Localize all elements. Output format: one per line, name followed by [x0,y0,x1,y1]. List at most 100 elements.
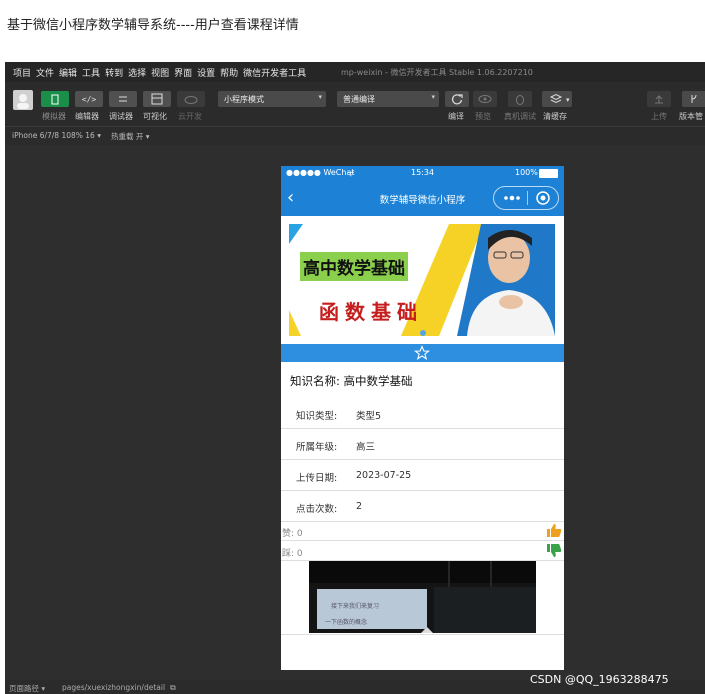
project-name: mp-weixin [341,68,383,77]
simulator-label: 模拟器 [42,112,66,121]
thumbs-up-icon[interactable] [546,523,562,538]
compile-select-value: 普通编译 [343,95,375,104]
version-button[interactable] [682,91,705,107]
visual-label: 可视化 [143,112,167,121]
debugger-label: 调试器 [109,112,133,121]
thumbs-down-icon[interactable] [546,543,562,558]
watermark: CSDN @QQ_1963288475 [530,673,669,686]
upload-label: 上传 [651,112,667,121]
page-title: 基于微信小程序数学辅导系统----用户查看课程详情 [7,18,299,33]
compile-select[interactable]: 普通编译 ▾ [337,91,439,107]
info-label: 知识类型: [296,411,338,422]
cloud-label: 云开发 [178,112,202,121]
info-label: 点击次数: [296,504,338,515]
avatar[interactable] [13,90,33,110]
info-row-clicks: 点击次数: 2 [281,490,564,522]
carrier: ●●●●● WeChat [286,168,355,177]
editor-label: 编辑器 [75,112,99,121]
video-slide-line1: 接下来我们来复习 [331,603,380,610]
toolbar: </> 模拟器 编辑器 调试器 可视化 云开发 小程序模式 ▾ 普通编译 ▾ ▾… [5,82,705,126]
content-divider [281,634,564,635]
nav-bar: ‹ 数学辅导微信小程序 [281,180,564,216]
course-video[interactable]: 接下来我们来复习 一下函数的概念 [309,561,536,633]
simulator-bar: iPhone 6/7/8 108% 16 ▾ 热重载 开 ▾ [5,126,705,145]
dislike-row: 踩: 0 [281,541,564,561]
editor-button[interactable]: </> [75,91,103,107]
info-row-date: 上传日期: 2023-07-25 [281,459,564,491]
info-value: 2 [356,501,363,512]
svg-text:</>: </> [82,95,97,104]
menu-item-project[interactable]: 项目 [13,69,31,79]
menu-item-select[interactable]: 选择 [128,69,146,79]
bug-icon [516,95,524,105]
copy-icon[interactable]: ⧉ [170,683,176,693]
version-text: - 微信开发者工具 Stable 1.06.2207210 [385,68,533,77]
favorite-bar [281,344,564,362]
upload-icon [655,95,663,104]
battery-icon [539,169,558,178]
preview-button[interactable] [473,91,497,107]
simulator-button[interactable] [41,91,69,107]
page-path-label[interactable]: 页面路径 ▾ [9,683,45,694]
menu-item-goto[interactable]: 转到 [105,69,123,79]
compile-button[interactable] [445,91,469,107]
banner-subtitle: 函数基础 [319,300,423,324]
chevron-down-icon: ▾ [318,93,322,101]
menu-item-interface[interactable]: 界面 [174,69,192,79]
carousel-indicator[interactable] [420,330,426,336]
devtools-window: 项目 文件 编辑 工具 转到 选择 视图 界面 设置 帮助 微信开发者工具 mp-weixin - … [5,62,705,694]
info-value: 类型5 [356,411,382,422]
capsule-divider [527,191,528,205]
more-icon[interactable] [498,187,526,209]
window-title: mp-weixin - 微信开发者工具 Stable 1.06.2207210 [341,67,533,78]
info-row-type: 知识类型: 类型5 [281,397,564,429]
upload-button[interactable] [647,91,671,107]
svg-text:▾: ▾ [566,96,570,104]
chevron-down-icon: ▾ [431,93,435,101]
wifi-icon: ᯤ [347,169,355,178]
remote-debug-label: 真机调试 [504,112,536,121]
info-value: 高三 [356,442,376,453]
course-banner[interactable]: 高中数学基础 函数基础 [289,224,555,336]
banner-title: 高中数学基础 [300,252,408,281]
info-label: 上传日期: [296,473,338,484]
refresh-icon [451,94,463,105]
menu-items: 项目 文件 编辑 工具 转到 选择 视图 界面 设置 帮助 微信开发者工具 [13,66,311,79]
device-select[interactable]: iPhone 6/7/8 108% 16 ▾ [12,131,101,140]
mode-select-value: 小程序模式 [224,95,264,104]
menu-item-file[interactable]: 文件 [36,69,54,79]
battery-percent: 100% [515,168,538,177]
info-label: 所属年级: [296,442,338,453]
mode-select[interactable]: 小程序模式 ▾ [218,91,326,107]
preview-label: 预览 [475,112,491,121]
knowledge-name-label: 知识名称: [290,374,340,388]
clear-cache-label: 清缓存 [543,112,567,121]
menu-item-edit[interactable]: 编辑 [59,69,77,79]
like-count: 赞: 0 [282,529,303,539]
phone-simulator: ●●●●● WeChat ᯤ 15:34 100% ‹ 数学辅导微信小程序 高中… [281,166,564,670]
like-row: 赞: 0 [281,521,564,541]
menu-item-view[interactable]: 视图 [151,69,169,79]
visual-button[interactable] [143,91,171,107]
hotreload-toggle[interactable]: 热重载 开 ▾ [111,131,150,142]
menu-item-settings[interactable]: 设置 [197,69,215,79]
debugger-button[interactable] [109,91,137,107]
clear-cache-button[interactable]: ▾ [542,91,572,107]
info-row-grade: 所属年级: 高三 [281,428,564,460]
cloud-button[interactable] [177,91,205,107]
remote-debug-button[interactable] [508,91,532,107]
branch-icon [691,94,697,103]
video-slide-line2: 一下函数的概念 [325,619,368,626]
video-slide: 接下来我们来复习 一下函数的概念 [317,589,427,629]
page-path: pages/xuexizhongxin/detail [62,683,166,692]
star-icon[interactable] [414,345,430,361]
dislike-count: 踩: 0 [282,549,303,559]
clock: 15:34 [411,168,435,177]
info-value: 2023-07-25 [356,470,412,481]
phone-status-bar: ●●●●● WeChat ᯤ 15:34 100% [281,166,564,180]
layers-icon: ▾ [549,93,570,104]
close-miniprogram-icon[interactable] [530,187,556,209]
menu-item-tools[interactable]: 工具 [82,69,100,79]
menu-item-help[interactable]: 帮助 [220,69,238,79]
menu-item-devtools[interactable]: 微信开发者工具 [243,69,306,79]
